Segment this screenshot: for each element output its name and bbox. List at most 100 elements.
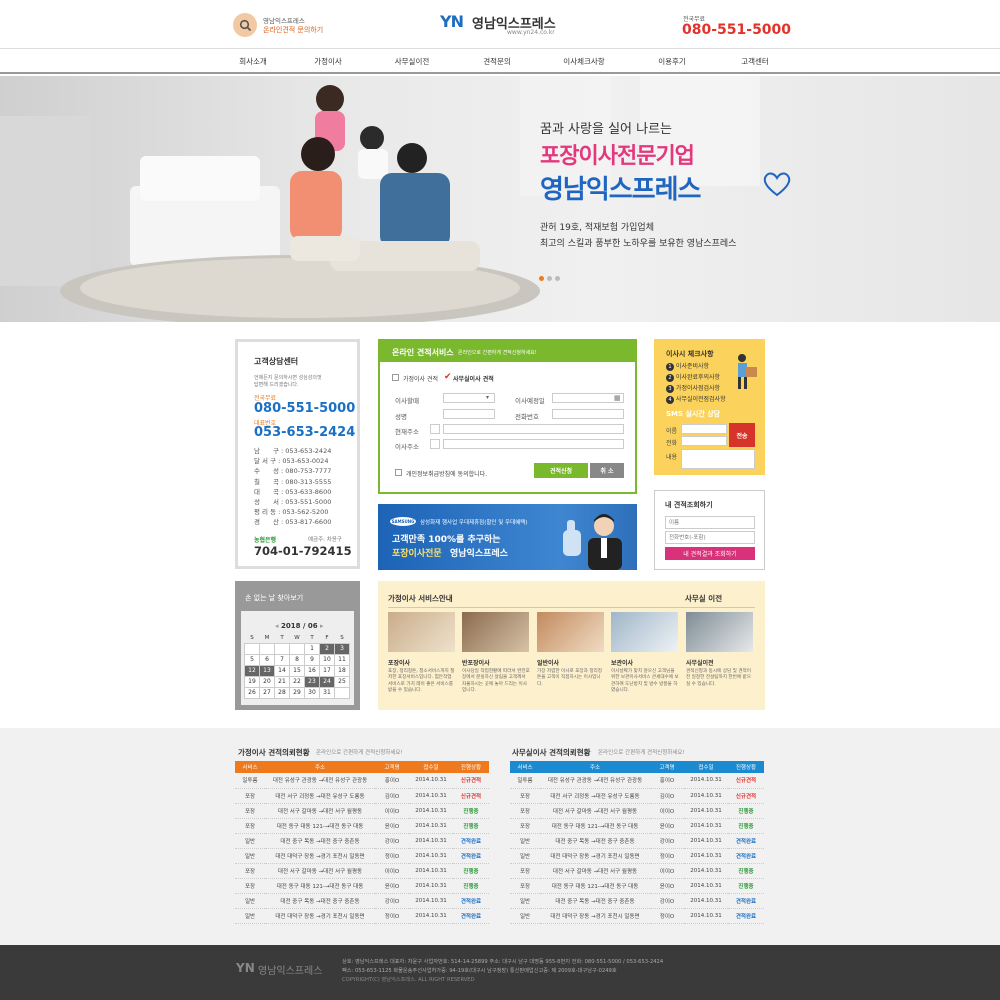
table-row[interactable]: 일반 대전 중구 목동 →대전 중구 중촌동 강이O 2014.10.31 견적완료 — [510, 833, 764, 849]
table-row[interactable]: 포장 대전 동구 대동 121-→대전 동구 대동 윤이O 2014.10.31 진행중 — [510, 818, 764, 834]
table-row[interactable]: 일반 대전 대덕구 장동 →경기 포천시 일동면 정이O 2014.10.31 견적완료 — [510, 908, 764, 924]
calendar-day[interactable]: 2 — [319, 642, 335, 655]
cancel-button[interactable]: 취 소 — [590, 463, 624, 478]
search-address-icon[interactable] — [430, 424, 440, 434]
table-row[interactable]: 일반 대전 중구 목동 →대전 중구 중촌동 강이O 2014.10.31 견적완료 — [510, 893, 764, 909]
calendar-day[interactable]: 17 — [319, 664, 335, 677]
agree-checkbox[interactable] — [395, 469, 402, 476]
lookup-tel-input[interactable] — [665, 531, 755, 544]
service-name[interactable]: 사무실이전 — [686, 658, 714, 667]
calendar-day[interactable]: 6 — [259, 653, 275, 666]
calendar-day[interactable]: 23 — [304, 675, 320, 688]
calendar-day[interactable]: 9 — [304, 653, 320, 666]
calendar-day[interactable]: 7 — [274, 653, 290, 666]
calendar-icon[interactable]: ▦ — [614, 394, 621, 402]
calendar-day[interactable]: 12 — [244, 664, 260, 677]
checklist-item[interactable]: 2 이사완료후의사항 — [666, 372, 726, 383]
table-row[interactable]: 포장 대전 서구 갈마동 →대전 서구 월평동 이이O 2014.10.31 진행중 — [510, 803, 764, 819]
lookup-name-input[interactable] — [665, 516, 755, 529]
calendar-day[interactable]: 25 — [334, 675, 350, 688]
service-thumb[interactable] — [686, 612, 753, 652]
nav-checklist[interactable]: 이사체크사항 — [544, 56, 624, 67]
table-row[interactable]: 일투룸 대전 유성구 관광동 →대전 유성구 관광동 홍이O 2014.10.31 신규… — [235, 773, 489, 789]
name-input[interactable] — [443, 409, 495, 419]
search-address-icon[interactable] — [430, 439, 440, 449]
table-header[interactable]: 주소 — [540, 761, 650, 773]
nav-office-moving[interactable]: 사무실이전 — [372, 56, 452, 67]
table-row[interactable]: 포장 대전 서구 갈마동 →대전 서구 월평동 이이O 2014.10.31 진행중 — [235, 803, 489, 819]
calendar-day[interactable]: 22 — [289, 675, 305, 688]
chevron-down-icon[interactable]: ▾ — [486, 394, 489, 401]
sms-content-input[interactable] — [681, 449, 755, 469]
table-row[interactable]: 일투룸 대전 유성구 관광동 →대전 유성구 관광동 홍이O 2014.10.31 신규… — [510, 773, 764, 789]
service-name[interactable]: 보관이사 — [611, 658, 633, 667]
calendar-day[interactable]: 11 — [334, 653, 350, 666]
table-row[interactable]: 포장 대전 동구 대동 121-→대전 동구 대동 윤이O 2014.10.31 진행중 — [235, 818, 489, 834]
service-thumb[interactable] — [537, 612, 604, 652]
table-row[interactable]: 포장 대전 서구 갈마동 →대전 서구 월평동 이이O 2014.10.31 진행중 — [235, 863, 489, 879]
cur-address-input[interactable] — [443, 424, 624, 434]
sms-send-button[interactable]: 전송 — [729, 423, 755, 447]
calendar-day[interactable]: 15 — [289, 664, 305, 677]
table-header[interactable]: 진행상황 — [728, 761, 764, 773]
slide-dot-2[interactable] — [547, 276, 552, 281]
calendar-day[interactable]: 24 — [319, 675, 335, 688]
calendar-day[interactable]: 5 — [244, 653, 260, 666]
table-row[interactable]: 일반 대전 대덕구 장동 →경기 포천시 일동면 정이O 2014.10.31 견적완료 — [235, 908, 489, 924]
nav-company[interactable]: 회사소개 — [213, 56, 293, 67]
next-month-icon[interactable]: ▸ — [318, 622, 324, 630]
table-header[interactable]: 고객명 — [375, 761, 409, 773]
checklist-item[interactable]: 1 이사준비사항 — [666, 361, 726, 372]
sms-tel-input[interactable] — [681, 436, 727, 446]
calendar-day[interactable]: 10 — [319, 653, 335, 666]
checklist-item[interactable]: 3 가정이사점검사항 — [666, 383, 726, 394]
check-icon[interactable]: ✔ — [444, 372, 452, 382]
radio-home[interactable] — [392, 374, 399, 381]
new-address-input[interactable] — [443, 439, 624, 449]
nav-home-moving[interactable]: 가정이사 — [288, 56, 368, 67]
submit-button[interactable]: 견적신청 — [534, 463, 588, 478]
table-header[interactable]: 서비스 — [510, 761, 540, 773]
table-row[interactable]: 포장 대전 동구 대동 121-→대전 동구 대동 윤이O 2014.10.31 진행중 — [235, 878, 489, 894]
service-thumb[interactable] — [611, 612, 678, 652]
insurance-banner[interactable]: SAMSUNG 삼성화재 행사업 우대제휴점(할인 및 우대혜택) 고객만족 1… — [378, 504, 637, 570]
table-header[interactable]: 접수일 — [684, 761, 728, 773]
table-header[interactable]: 서비스 — [235, 761, 265, 773]
checklist-item[interactable]: 4 사무실이전점검사항 — [666, 394, 726, 405]
calendar-day[interactable]: 26 — [244, 686, 260, 699]
table-header[interactable]: 주소 — [265, 761, 375, 773]
calendar-day[interactable]: 28 — [274, 686, 290, 699]
calendar-day[interactable]: 19 — [244, 675, 260, 688]
table-row[interactable]: 일반 대전 중구 목동 →대전 중구 중촌동 강이O 2014.10.31 견적완료 — [235, 833, 489, 849]
slide-dot-3[interactable] — [555, 276, 560, 281]
search-icon[interactable] — [233, 13, 257, 37]
nav-customer-center[interactable]: 고객센터 — [715, 56, 795, 67]
calendar-day[interactable]: 29 — [289, 686, 305, 699]
table-row[interactable]: 일반 대전 대덕구 장동 →경기 포천시 일동면 정이O 2014.10.31 견적완료 — [510, 848, 764, 864]
service-name[interactable]: 포장이사 — [388, 658, 410, 667]
logo-yn[interactable]: YN — [440, 12, 464, 31]
table-row[interactable]: 포장 대전 서구 갈마동 →대전 서구 월평동 이이O 2014.10.31 진행중 — [510, 863, 764, 879]
tel-input[interactable] — [552, 409, 624, 419]
nav-estimate[interactable]: 견적문의 — [457, 56, 537, 67]
calendar-day[interactable]: 16 — [304, 664, 320, 677]
calendar-day[interactable]: 3 — [334, 642, 350, 655]
lookup-button[interactable]: 내 견적결과 조회하기 — [665, 547, 755, 560]
calendar-day[interactable]: 13 — [259, 664, 275, 677]
calendar-day[interactable]: 30 — [304, 686, 320, 699]
sms-name-input[interactable] — [681, 424, 727, 434]
nav-reviews[interactable]: 이용후기 — [632, 56, 712, 67]
calendar-day[interactable]: 31 — [319, 686, 335, 699]
table-header[interactable]: 진행상황 — [453, 761, 489, 773]
table-row[interactable]: 일반 대전 대덕구 장동 →경기 포천시 일동면 정이O 2014.10.31 견적완료 — [235, 848, 489, 864]
service-thumb[interactable] — [462, 612, 529, 652]
calendar-day[interactable]: 20 — [259, 675, 275, 688]
calendar-day[interactable]: 18 — [334, 664, 350, 677]
calendar-day[interactable]: 8 — [289, 653, 305, 666]
table-row[interactable]: 포장 대전 서구 괴정동 →대전 유성구 도룡동 김이O 2014.10.31 신규견적 — [510, 788, 764, 804]
calendar-day[interactable]: 21 — [274, 675, 290, 688]
table-row[interactable]: 일반 대전 중구 목동 →대전 중구 중촌동 강이O 2014.10.31 견적완료 — [235, 893, 489, 909]
consult-link[interactable]: 온라인견적 문의하기 — [263, 25, 323, 35]
calendar-day[interactable]: 14 — [274, 664, 290, 677]
table-row[interactable]: 포장 대전 동구 대동 121-→대전 동구 대동 윤이O 2014.10.31 진행중 — [510, 878, 764, 894]
